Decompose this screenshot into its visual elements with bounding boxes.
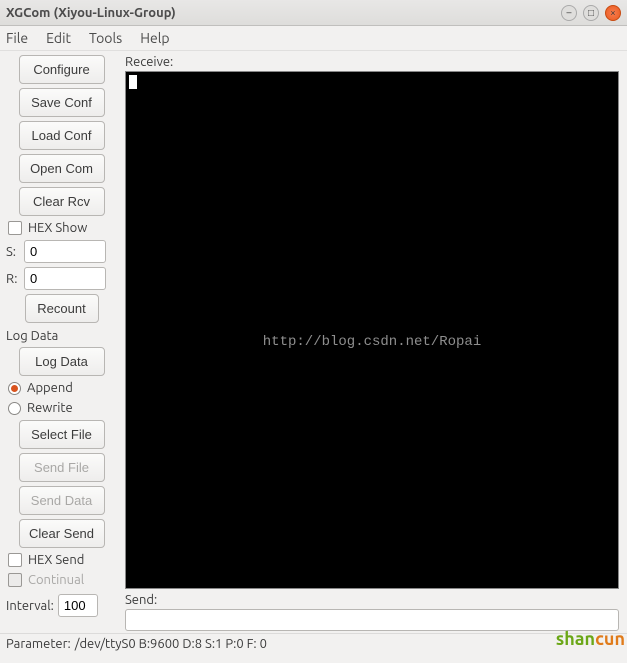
send-data-button: Send Data bbox=[19, 486, 105, 515]
r-label: R: bbox=[6, 272, 20, 286]
hex-send-label: HEX Send bbox=[28, 553, 84, 567]
status-label: Parameter: bbox=[6, 637, 71, 651]
s-label: S: bbox=[6, 245, 20, 259]
append-row[interactable]: Append bbox=[6, 380, 117, 396]
close-button[interactable]: × bbox=[605, 5, 621, 21]
log-data-button[interactable]: Log Data bbox=[19, 347, 105, 376]
hex-show-checkbox[interactable] bbox=[8, 221, 22, 235]
maximize-button[interactable]: □ bbox=[583, 5, 599, 21]
recount-button[interactable]: Recount bbox=[25, 294, 99, 323]
clear-send-button[interactable]: Clear Send bbox=[19, 519, 105, 548]
menu-file[interactable]: File bbox=[6, 30, 28, 46]
watermark-text: http://blog.csdn.net/Ropai bbox=[126, 334, 618, 350]
menu-edit[interactable]: Edit bbox=[46, 30, 71, 46]
send-label: Send: bbox=[125, 593, 619, 607]
hex-show-label: HEX Show bbox=[28, 221, 87, 235]
hex-show-row[interactable]: HEX Show bbox=[6, 220, 117, 236]
r-counter-input[interactable] bbox=[24, 267, 106, 290]
window-controls: – □ × bbox=[561, 5, 621, 21]
clear-rcv-button[interactable]: Clear Rcv bbox=[19, 187, 105, 216]
hex-send-checkbox[interactable] bbox=[8, 553, 22, 567]
continual-checkbox bbox=[8, 573, 22, 587]
receive-terminal[interactable]: http://blog.csdn.net/Ropai bbox=[125, 71, 619, 589]
log-data-section-label: Log Data bbox=[6, 327, 117, 343]
open-com-button[interactable]: Open Com bbox=[19, 154, 105, 183]
save-conf-button[interactable]: Save Conf bbox=[19, 88, 105, 117]
status-value: /dev/ttyS0 B:9600 D:8 S:1 P:0 F: 0 bbox=[75, 637, 267, 651]
append-radio[interactable] bbox=[8, 382, 21, 395]
rewrite-row[interactable]: Rewrite bbox=[6, 400, 117, 416]
client-area: Configure Save Conf Load Conf Open Com C… bbox=[0, 51, 627, 633]
menu-tools[interactable]: Tools bbox=[89, 30, 122, 46]
terminal-cursor bbox=[129, 75, 137, 89]
continual-label: Continual bbox=[28, 573, 84, 587]
send-area: Send: bbox=[125, 593, 619, 631]
configure-button[interactable]: Configure bbox=[19, 55, 105, 84]
load-conf-button[interactable]: Load Conf bbox=[19, 121, 105, 150]
sidebar: Configure Save Conf Load Conf Open Com C… bbox=[0, 51, 123, 633]
statusbar: Parameter: /dev/ttyS0 B:9600 D:8 S:1 P:0… bbox=[0, 633, 627, 653]
hex-send-row[interactable]: HEX Send bbox=[6, 552, 117, 568]
minimize-button[interactable]: – bbox=[561, 5, 577, 21]
send-file-button: Send File bbox=[19, 453, 105, 482]
titlebar: XGCom (Xiyou-Linux-Group) – □ × bbox=[0, 0, 627, 26]
s-counter-row: S: bbox=[6, 240, 117, 263]
rewrite-label: Rewrite bbox=[27, 401, 73, 415]
select-file-button[interactable]: Select File bbox=[19, 420, 105, 449]
send-input[interactable] bbox=[125, 609, 619, 631]
interval-input[interactable] bbox=[58, 594, 98, 617]
continual-row: Continual bbox=[6, 572, 117, 588]
corner-watermark: shancun bbox=[556, 629, 625, 649]
interval-label: Interval: bbox=[6, 599, 54, 613]
menu-help[interactable]: Help bbox=[140, 30, 169, 46]
main-area: Receive: http://blog.csdn.net/Ropai Send… bbox=[123, 51, 627, 633]
r-counter-row: R: bbox=[6, 267, 117, 290]
interval-row: Interval: bbox=[6, 594, 117, 617]
window-title: XGCom (Xiyou-Linux-Group) bbox=[6, 6, 561, 20]
rewrite-radio[interactable] bbox=[8, 402, 21, 415]
receive-label: Receive: bbox=[125, 55, 619, 69]
append-label: Append bbox=[27, 381, 73, 395]
menubar: File Edit Tools Help bbox=[0, 26, 627, 51]
s-counter-input[interactable] bbox=[24, 240, 106, 263]
